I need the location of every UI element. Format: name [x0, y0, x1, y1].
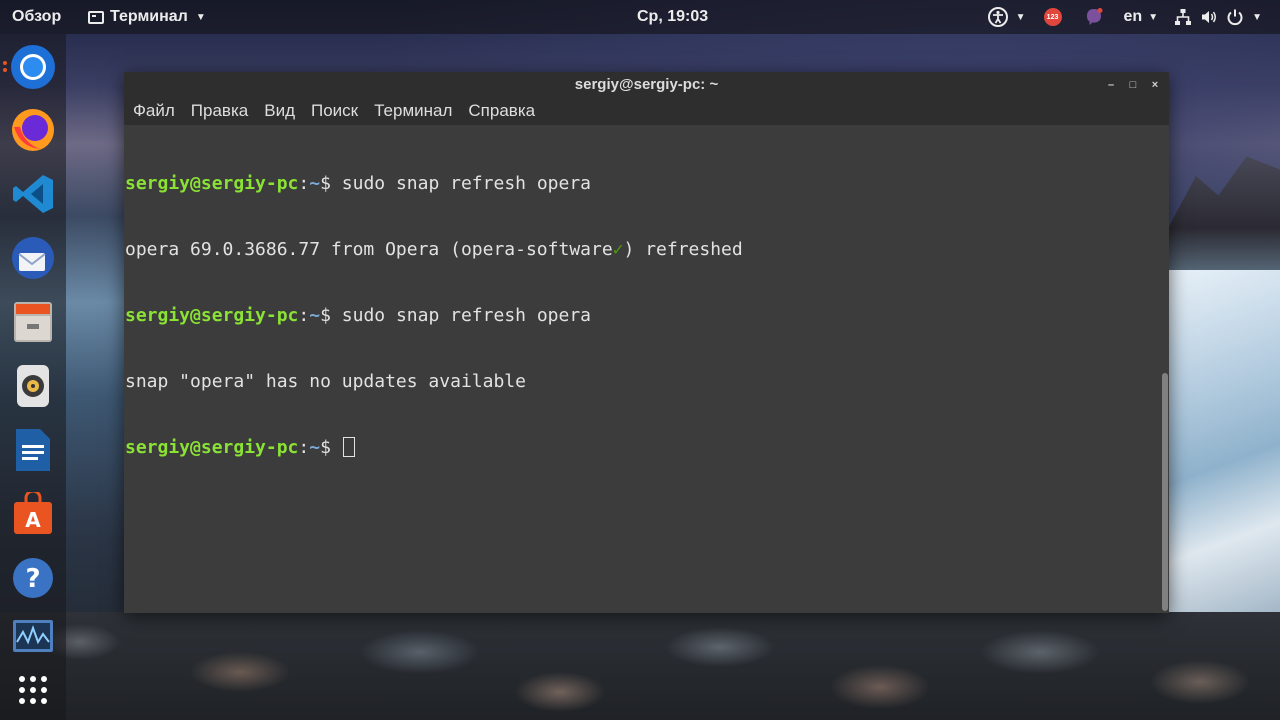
help-icon: ? — [13, 558, 53, 598]
terminal-line: sergiy@sergiy-pc:~$ sudo snap refresh op… — [125, 305, 1162, 327]
clock-label: Ср, 19:03 — [637, 8, 709, 25]
window-title: sergiy@sergiy-pc: ~ — [574, 76, 719, 93]
wallpaper-ice — [1168, 270, 1280, 620]
prompt-dollar: $ — [320, 305, 342, 326]
window-titlebar[interactable]: sergiy@sergiy-pc: ~ – □ × — [124, 72, 1169, 97]
minimize-button[interactable]: – — [1105, 79, 1117, 91]
svg-text:A: A — [25, 508, 41, 532]
terminal-window: sergiy@sergiy-pc: ~ – □ × Файл Правка Ви… — [124, 72, 1169, 613]
language-switcher[interactable]: en ▼ — [1114, 0, 1169, 34]
command-text: sudo snap refresh opera — [341, 173, 592, 194]
files-icon — [14, 302, 52, 342]
prompt-dollar: $ — [320, 173, 342, 194]
output-text: snap "opera" has no updates available — [125, 371, 526, 392]
notification-tray-item[interactable]: 123 — [1032, 0, 1074, 34]
terminal-output[interactable]: sergiy@sergiy-pc:~$ sudo snap refresh op… — [124, 129, 1162, 613]
dock-item-writer[interactable] — [9, 426, 57, 474]
vscode-icon — [13, 175, 53, 213]
dock-item-firefox[interactable] — [9, 106, 57, 154]
system-monitor-icon — [13, 620, 53, 652]
firefox-icon — [12, 109, 54, 151]
wallpaper-mountains — [1168, 156, 1280, 280]
maximize-button[interactable]: □ — [1127, 79, 1139, 91]
scrollbar-thumb[interactable] — [1162, 373, 1168, 611]
dock-item-vscode[interactable] — [9, 170, 57, 218]
prompt-user-host: sergiy@sergiy-pc — [125, 305, 299, 326]
wallpaper-rocks — [0, 612, 1280, 720]
system-tray: ▼ 123 en ▼ ▼ — [982, 0, 1268, 34]
dock-item-rhythmbox[interactable] — [9, 362, 57, 410]
dock-item-system-monitor[interactable] — [9, 614, 57, 662]
dock: A ? — [0, 34, 66, 720]
terminal-icon — [88, 10, 104, 24]
accessibility-icon — [987, 7, 1008, 27]
dock-item-files[interactable] — [9, 298, 57, 346]
app-grid-icon — [19, 676, 47, 704]
prompt-colon: : — [298, 305, 310, 326]
activities-button[interactable]: Обзор — [12, 0, 61, 34]
prompt-user-host: sergiy@sergiy-pc — [125, 437, 299, 458]
menu-help[interactable]: Справка — [462, 97, 541, 125]
running-indicator — [3, 61, 7, 65]
prompt-path: ~ — [309, 437, 321, 458]
prompt-path: ~ — [309, 305, 321, 326]
running-indicator — [3, 68, 7, 72]
menu-bar: Файл Правка Вид Поиск Терминал Справка — [124, 97, 1169, 125]
app-menu-button[interactable]: Терминал ▼ — [88, 0, 206, 34]
software-center-icon: A — [14, 492, 52, 534]
dock-item-app-grid[interactable] — [9, 666, 57, 714]
menu-view[interactable]: Вид — [258, 97, 301, 125]
menu-edit[interactable]: Правка — [185, 97, 254, 125]
close-button[interactable]: × — [1149, 79, 1161, 91]
prompt-colon: : — [298, 173, 310, 194]
menu-file[interactable]: Файл — [127, 97, 181, 125]
badge-count: 123 — [1046, 13, 1059, 21]
dock-item-software[interactable]: A — [9, 490, 57, 538]
terminal-line: snap "opera" has no updates available — [125, 371, 1162, 393]
chevron-down-icon: ▼ — [1252, 11, 1262, 23]
terminal-cursor — [342, 437, 355, 457]
accessibility-menu[interactable]: ▼ — [982, 0, 1032, 34]
menu-terminal[interactable]: Терминал — [368, 97, 458, 125]
menu-search[interactable]: Поиск — [305, 97, 364, 125]
output-text: opera 69.0.3686.77 from Opera (opera-sof… — [125, 239, 613, 260]
dock-item-help[interactable]: ? — [9, 554, 57, 602]
terminal-line: opera 69.0.3686.77 from Opera (opera-sof… — [125, 239, 1162, 261]
viber-tray-item[interactable] — [1074, 0, 1114, 34]
network-icon — [1175, 9, 1192, 25]
volume-icon — [1202, 11, 1217, 23]
writer-icon — [16, 429, 50, 471]
prompt-path: ~ — [309, 173, 321, 194]
svg-text:?: ? — [25, 564, 40, 594]
command-text: sudo snap refresh opera — [341, 305, 592, 326]
system-menu[interactable]: ▼ — [1168, 0, 1268, 34]
notification-badge-icon: 123 — [1043, 8, 1062, 26]
dock-item-chromium[interactable] — [9, 43, 57, 91]
terminal-line: sergiy@sergiy-pc:~$ sudo snap refresh op… — [125, 173, 1162, 195]
prompt-colon: : — [298, 437, 310, 458]
thunderbird-icon — [12, 237, 54, 279]
terminal-line: sergiy@sergiy-pc:~$ — [125, 437, 1162, 459]
rhythmbox-icon — [17, 365, 49, 407]
scrollbar[interactable] — [1162, 129, 1168, 613]
power-icon — [1227, 9, 1243, 26]
activities-label: Обзор — [12, 8, 62, 25]
verified-check-icon: ✓ — [612, 239, 624, 260]
top-bar: Обзор Терминал ▼ Ср, 19:03 ▼ 123 en ▼ ▼ — [0, 0, 1280, 34]
chevron-down-icon: ▼ — [1148, 11, 1159, 23]
app-menu-label: Терминал — [110, 8, 188, 25]
language-label: en — [1123, 8, 1143, 25]
output-text: ) refreshed — [623, 239, 743, 260]
clock-button[interactable]: Ср, 19:03 — [637, 0, 708, 34]
prompt-user-host: sergiy@sergiy-pc — [125, 173, 299, 194]
chromium-icon — [11, 45, 55, 89]
dock-item-thunderbird[interactable] — [9, 234, 57, 282]
chevron-down-icon: ▼ — [1015, 11, 1026, 23]
viber-icon — [1086, 8, 1103, 25]
window-controls: – □ × — [1105, 72, 1161, 97]
chevron-down-icon: ▼ — [195, 11, 206, 23]
prompt-dollar: $ — [320, 437, 342, 458]
